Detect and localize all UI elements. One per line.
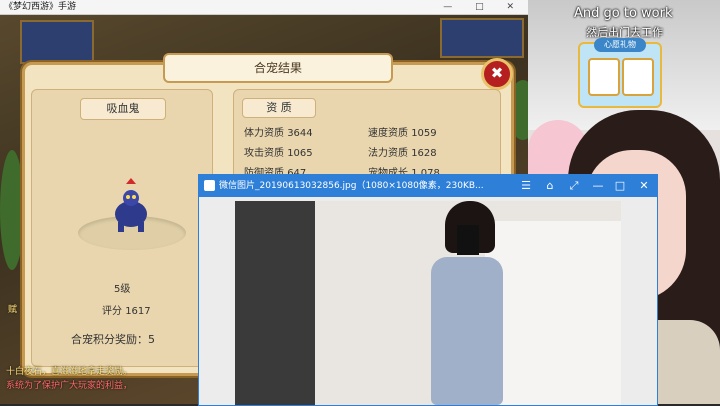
gift-item-icon[interactable] <box>588 58 620 96</box>
stat-item: 速度资质 1059 <box>368 124 437 139</box>
scene-building <box>440 18 524 58</box>
pet-panel: 吸血鬼 5级 评分 1617 <box>31 89 213 367</box>
wish-gift-panel[interactable]: 心愿礼物 <box>578 38 662 108</box>
fullscreen-icon[interactable]: ⤢ <box>563 175 585 197</box>
minimize-icon[interactable]: — <box>587 175 609 197</box>
stat-label: 法力资质 <box>368 148 408 159</box>
stat-item: 法力资质 1628 <box>368 144 437 159</box>
chat-line: 赋 <box>8 305 18 315</box>
game-titlebar: 《梦幻西游》手游 — □ ✕ <box>0 0 528 15</box>
pet-level: 5级 <box>114 284 131 295</box>
caption-english: And go to work <box>574 6 673 21</box>
maximize-icon[interactable]: □ <box>609 175 631 197</box>
pin-icon[interactable]: ⌂ <box>539 175 561 197</box>
scene-building <box>20 20 94 64</box>
stat-value: 1628 <box>411 148 437 159</box>
stat-value: 3644 <box>287 128 313 139</box>
stat-value: 1059 <box>411 128 437 139</box>
viewer-title: 微信图片_20190613032856.jpg（1080×1080像素，230K… <box>219 181 484 191</box>
score-value: 1617 <box>125 306 151 317</box>
stat-label: 体力资质 <box>244 128 284 139</box>
score-label: 评分 <box>102 306 122 317</box>
close-button[interactable]: ✖ <box>481 58 513 90</box>
stat-item: 体力资质 3644 <box>244 124 313 139</box>
photo <box>235 201 621 405</box>
chat-line: 系统为了保护广大玩家的利益， <box>6 381 133 391</box>
window-controls[interactable]: — □ ✕ <box>443 0 524 14</box>
wish-gift-title: 心愿礼物 <box>594 38 646 52</box>
close-icon[interactable]: ✕ <box>633 175 655 197</box>
viewer-body <box>199 197 657 405</box>
stat-value: 1065 <box>287 148 313 159</box>
menu-icon[interactable]: ☰ <box>515 175 537 197</box>
dialog-title: 合宠结果 <box>163 53 393 83</box>
image-viewer-window: 微信图片_20190613032856.jpg（1080×1080像素，230K… <box>198 174 658 406</box>
reward-label: 合宠积分奖励 <box>71 333 137 346</box>
stat-item: 攻击资质 1065 <box>244 144 313 159</box>
stat-label: 攻击资质 <box>244 148 284 159</box>
game-window-title: 《梦幻西游》手游 <box>4 2 77 12</box>
reward-value: 5 <box>148 333 155 346</box>
photo-shelf <box>485 221 621 405</box>
photo-phone <box>457 225 479 255</box>
photo-person-dress <box>431 257 503 405</box>
aptitude-panel: 资 质 体力资质 3644 速度资质 1059 攻击资质 1065 法力资质 1… <box>233 89 501 183</box>
chat-line: 十白夜石，喜滋滋地拿走奖励。 <box>6 367 133 377</box>
pet-score: 评分 1617 <box>102 302 151 317</box>
pet-name: 吸血鬼 <box>80 98 166 120</box>
reward-line: 合宠积分奖励：5 <box>71 333 155 346</box>
photo-mirror-frame <box>235 201 315 405</box>
aptitude-heading: 资 质 <box>242 98 316 118</box>
stat-label: 速度资质 <box>368 128 408 139</box>
viewer-titlebar: 微信图片_20190613032856.jpg（1080×1080像素，230K… <box>199 175 657 197</box>
gift-item-icon[interactable] <box>622 58 654 96</box>
image-file-icon <box>204 180 215 191</box>
scene-tree <box>0 150 24 270</box>
pet-sprite-icon <box>115 178 147 232</box>
